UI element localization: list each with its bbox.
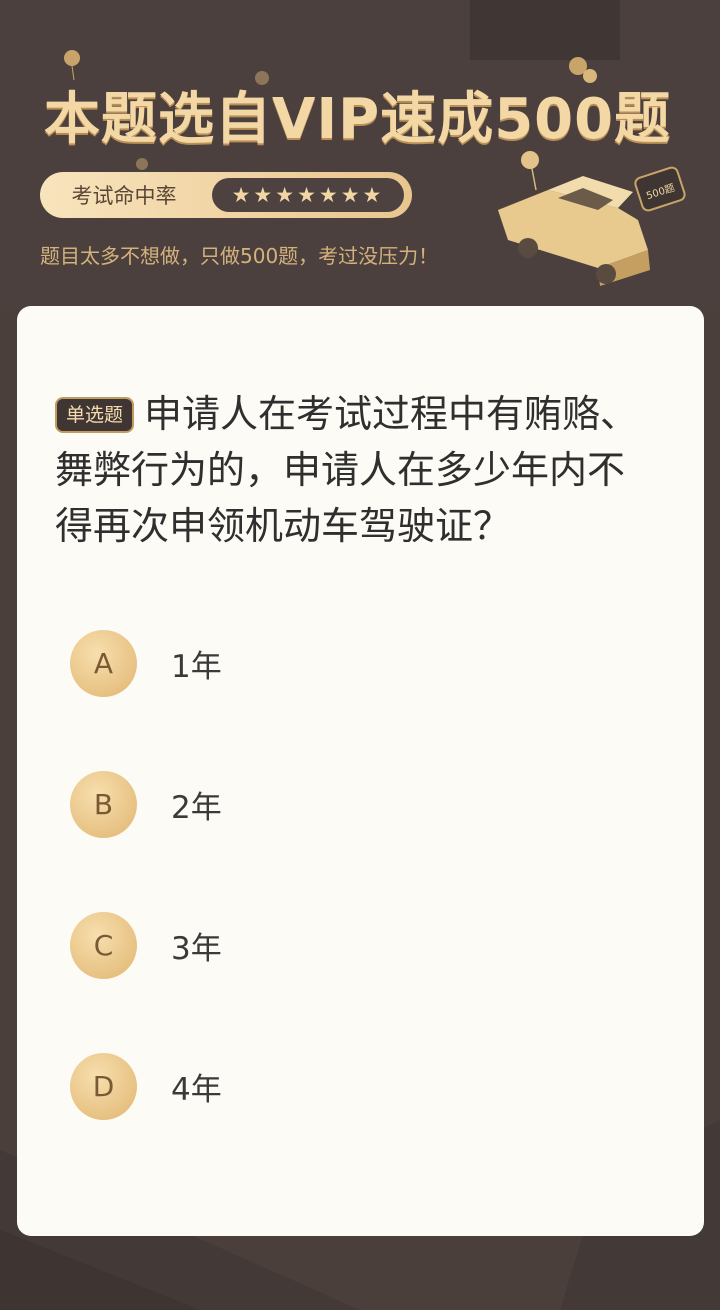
option-c[interactable]: C 3年 — [70, 910, 650, 980]
option-d-key: D — [70, 1052, 137, 1120]
question-text-block: 单选题 申请人在考试过程中有贿赂、舞弊行为的，申请人在多少年内不得再次申领机动车驾… — [55, 386, 661, 554]
option-d-text: 4年 — [171, 1071, 222, 1108]
hit-rate-label: 考试命中率 — [71, 184, 177, 208]
option-a-text: 1年 — [171, 648, 222, 685]
option-c-key: C — [70, 911, 137, 979]
star-rating: ★★★★★★★ — [212, 178, 404, 212]
question-card: 单选题 申请人在考试过程中有贿赂、舞弊行为的，申请人在多少年内不得再次申领机动车驾… — [17, 306, 704, 1236]
option-c-text: 3年 — [171, 930, 222, 967]
banner-subtitle: 题目太多不想做，只做500题，考过没压力！ — [40, 244, 439, 268]
option-b-text: 2年 — [171, 789, 222, 826]
question-text: 申请人在考试过程中有贿赂、舞弊行为的，申请人在多少年内不得再次申领机动车驾驶证？ — [55, 392, 639, 548]
car-illustration: 500题 — [498, 151, 686, 286]
banner-title: 本题选自VIP速成500题 — [44, 87, 672, 152]
option-b[interactable]: B 2年 — [70, 769, 650, 839]
vip-banner: 本题选自VIP速成500题 考试命中率 ★★★★★★★ 题目太多不想做，只做50… — [0, 0, 720, 310]
option-b-key: B — [70, 770, 137, 838]
option-d[interactable]: D 4年 — [70, 1051, 650, 1121]
question-type-badge: 单选题 — [55, 397, 135, 433]
option-a[interactable]: A 1年 — [70, 628, 650, 698]
option-a-key: A — [70, 629, 137, 697]
hit-rate-pill: 考试命中率 ★★★★★★★ — [40, 172, 412, 218]
